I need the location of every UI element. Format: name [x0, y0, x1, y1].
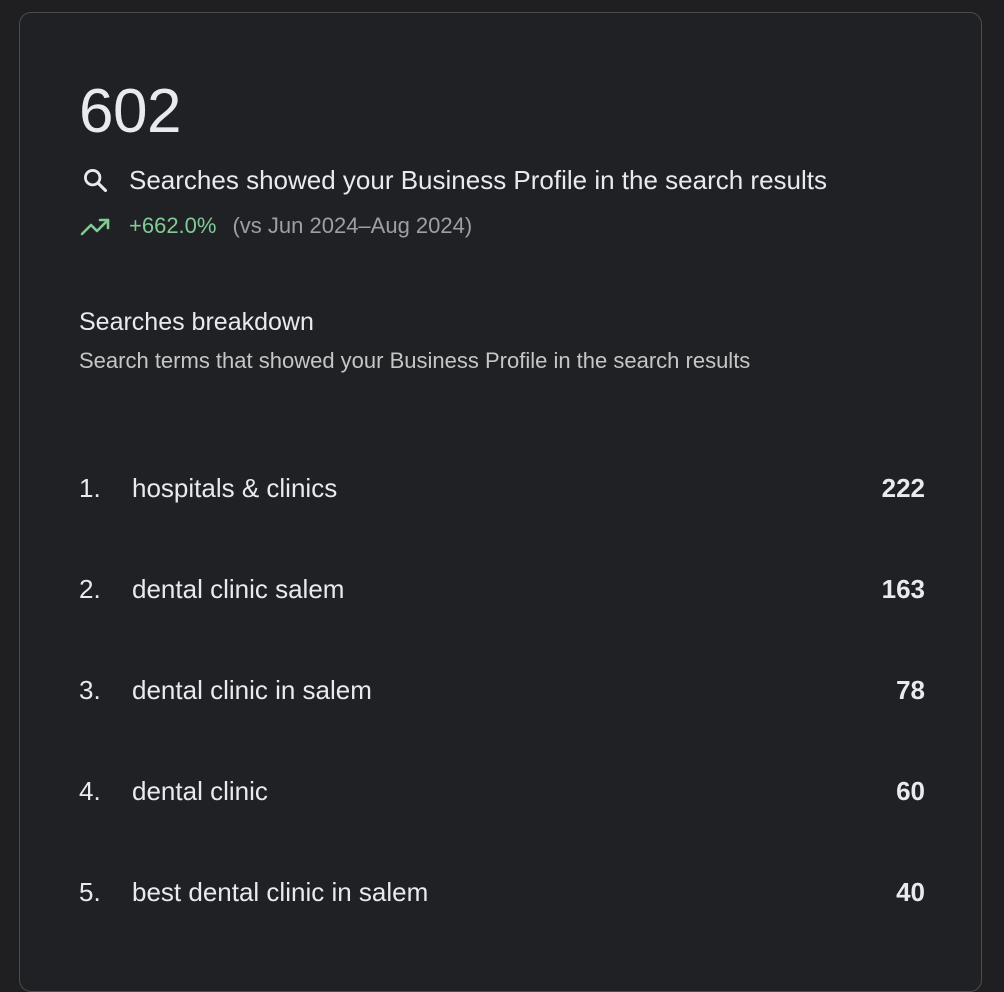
term-count: 40: [896, 877, 925, 907]
search-term: dental clinic salem: [132, 574, 345, 604]
change-row: +662.0% (vs Jun 2024–Aug 2024): [80, 211, 472, 241]
search-icon: [80, 165, 110, 195]
breakdown-title: Searches breakdown: [79, 308, 314, 336]
list-item: 4. dental clinic 60: [79, 741, 925, 842]
breakdown-description: Search terms that showed your Business P…: [79, 348, 751, 373]
change-percentage: +662.0%: [129, 213, 217, 238]
search-term: best dental clinic in salem: [132, 877, 429, 907]
searches-card: 602 Searches showed your Business Profil…: [19, 12, 982, 992]
total-searches-value: 602: [79, 77, 181, 146]
list-item: 1. hospitals & clinics 222: [79, 438, 925, 539]
term-count: 78: [896, 675, 925, 705]
list-item: 5. best dental clinic in salem 40: [79, 842, 925, 943]
search-term: dental clinic: [132, 776, 268, 806]
list-item: 3. dental clinic in salem 78: [79, 640, 925, 741]
term-rank: 3.: [79, 675, 101, 705]
term-count: 163: [881, 574, 925, 604]
term-rank: 5.: [79, 877, 101, 907]
term-rank: 4.: [79, 776, 101, 806]
search-term: hospitals & clinics: [132, 473, 338, 503]
search-term: dental clinic in salem: [132, 675, 372, 705]
search-terms-list: 1. hospitals & clinics 222 2. dental cli…: [79, 438, 925, 943]
term-count: 222: [881, 473, 925, 503]
term-count: 60: [896, 776, 925, 806]
term-rank: 1.: [79, 473, 101, 503]
list-item: 2. dental clinic salem 163: [79, 539, 925, 640]
trending-up-icon: [80, 211, 112, 241]
searches-description: Searches showed your Business Profile in…: [129, 164, 828, 195]
searches-description-row: Searches showed your Business Profile in…: [80, 163, 827, 197]
term-rank: 2.: [79, 574, 101, 604]
comparison-period: (vs Jun 2024–Aug 2024): [232, 213, 473, 238]
